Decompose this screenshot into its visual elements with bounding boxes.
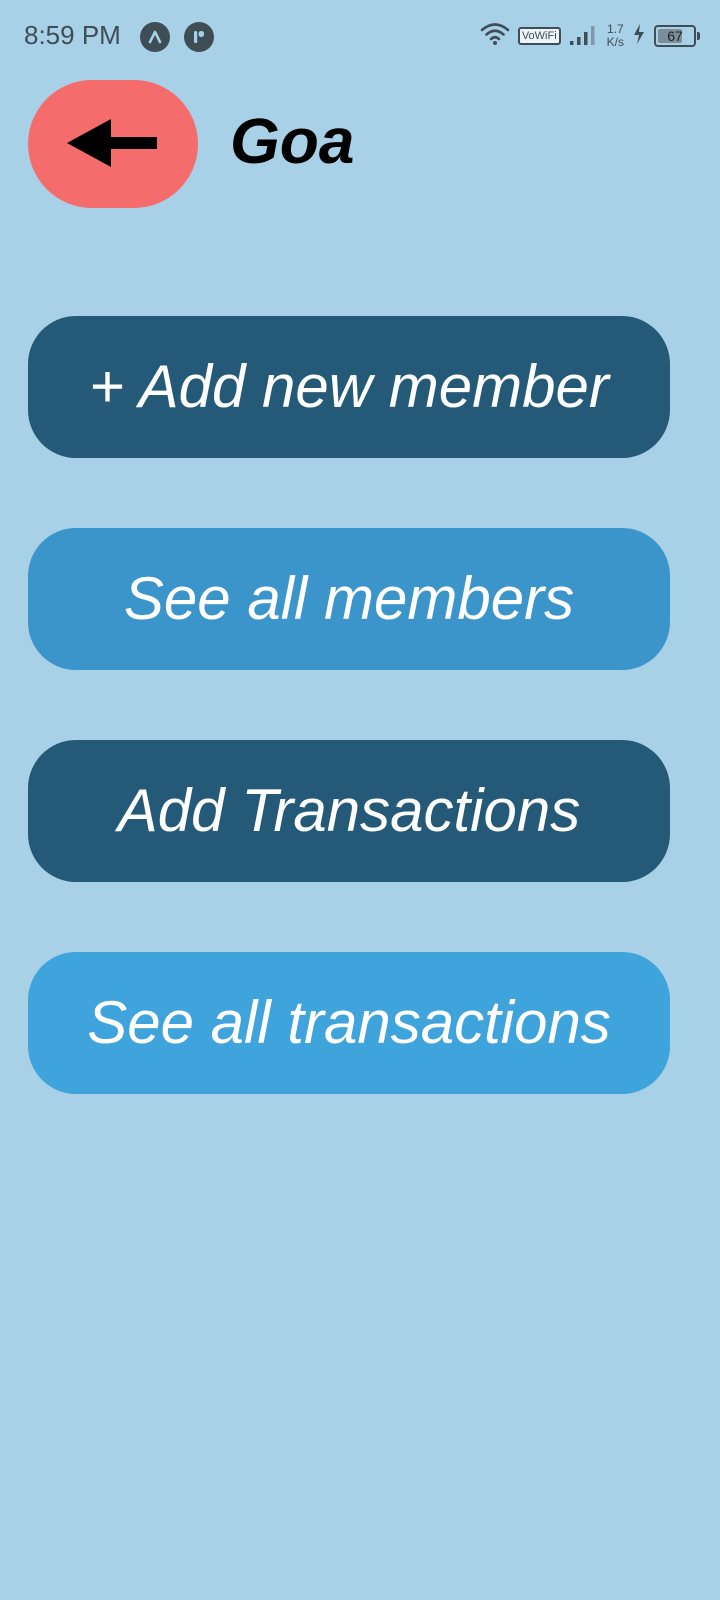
status-time: 8:59 PM [24,20,121,50]
status-bar: 8:59 PM VoWiFi 1.7 K/s 67 [0,0,720,72]
see-all-transactions-button[interactable]: See all transactions [28,952,670,1094]
app-notification-icon [140,22,170,52]
page-title: Goa [230,105,355,177]
add-new-member-button[interactable]: + Add new member [28,316,670,458]
arrow-left-icon [67,115,159,174]
network-speed-value: 1.7 [606,22,624,36]
add-transactions-button[interactable]: Add Transactions [28,740,670,882]
back-button[interactable] [28,80,198,208]
signal-icon [569,22,599,51]
battery-icon: 67 [654,25,700,47]
see-all-members-button[interactable]: See all members [28,528,670,670]
network-speed-unit: K/s [606,35,624,49]
app-notification-icon-secondary [184,22,214,52]
network-speed: 1.7 K/s [607,23,624,49]
charging-icon [632,23,646,50]
vowifi-badge: VoWiFi [517,27,561,45]
status-indicators: VoWiFi 1.7 K/s 67 [480,20,700,52]
wifi-icon [480,22,510,51]
battery-level: 67 [667,28,683,44]
